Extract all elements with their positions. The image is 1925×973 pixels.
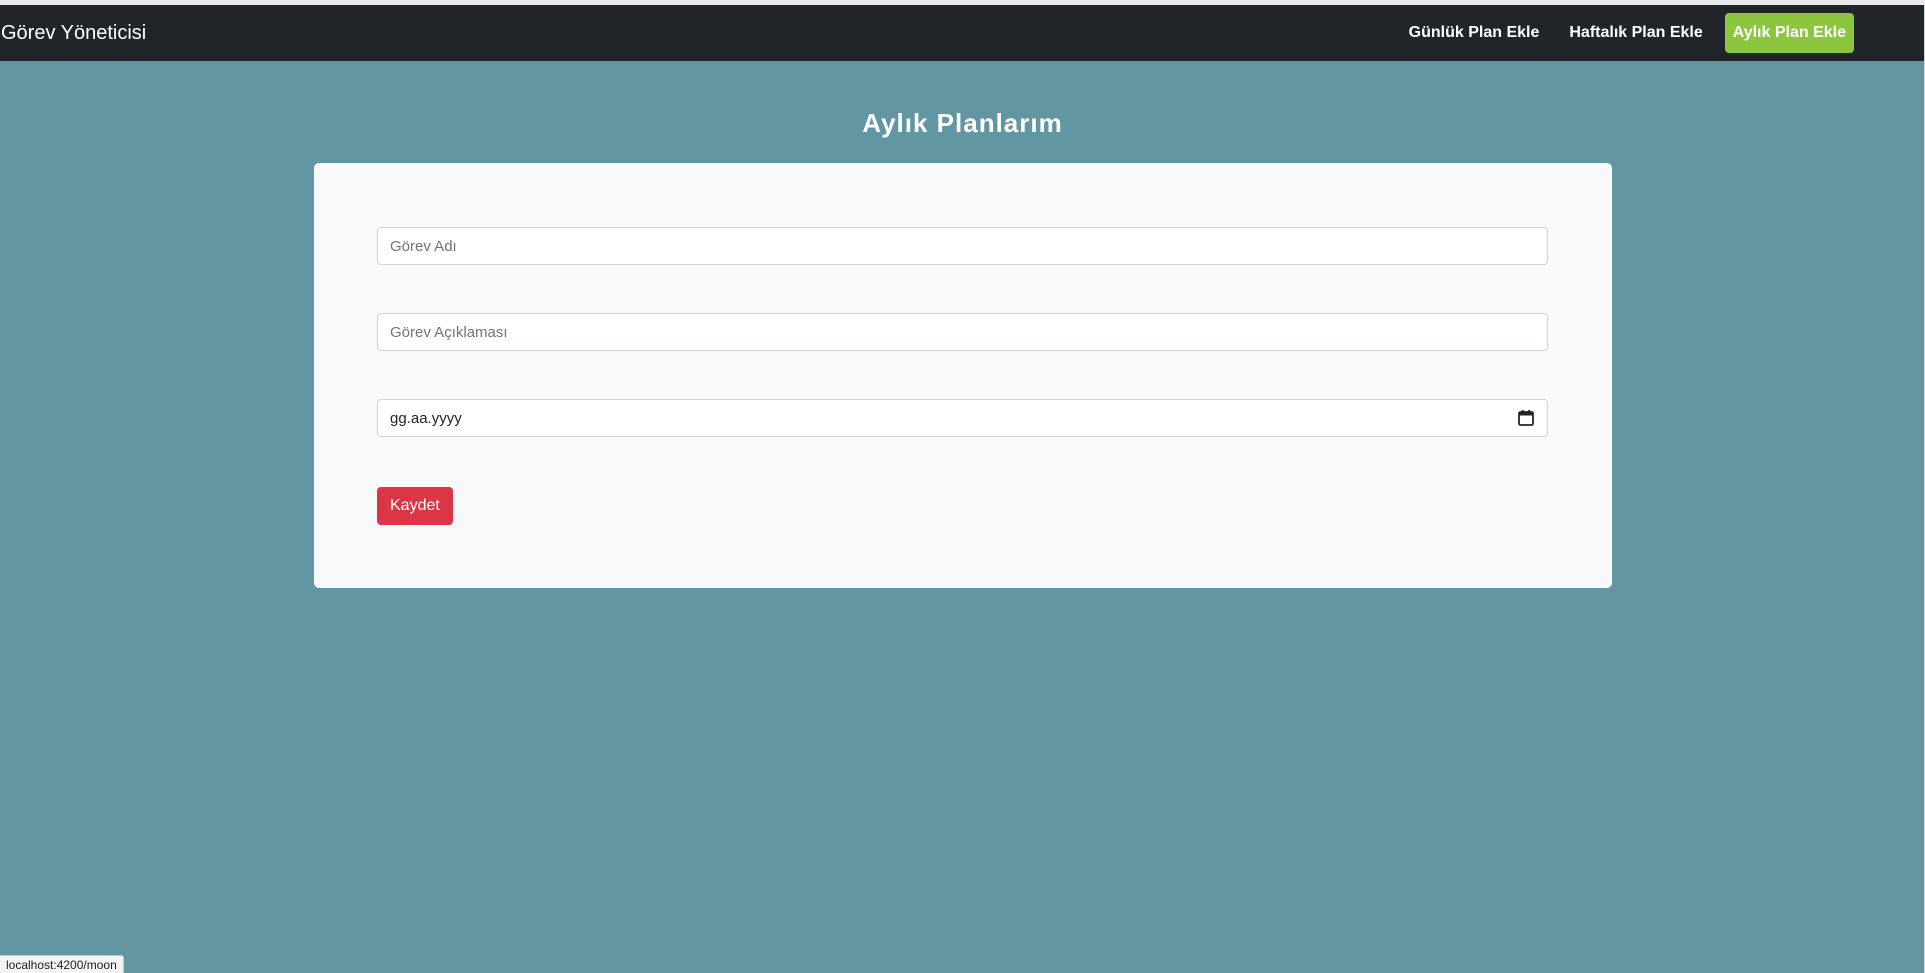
browser-status-url: localhost:4200/moon <box>0 955 124 973</box>
nav-links: Günlük Plan Ekle Haftalık Plan Ekle Aylı… <box>1393 13 1854 53</box>
navbar-brand[interactable]: Görev Yöneticisi <box>1 5 146 61</box>
top-navbar: Görev Yöneticisi Günlük Plan Ekle Haftal… <box>0 5 1924 61</box>
nav-link-daily-plan[interactable]: Günlük Plan Ekle <box>1395 13 1554 53</box>
task-name-input[interactable] <box>377 227 1548 265</box>
nav-link-weekly-plan[interactable]: Haftalık Plan Ekle <box>1555 13 1716 53</box>
date-input-value: gg.aa.yyyy <box>390 409 462 427</box>
calendar-icon[interactable] <box>1517 409 1535 427</box>
task-description-input[interactable] <box>377 313 1548 351</box>
monthly-plan-form-card: gg.aa.yyyy Kaydet <box>314 163 1612 588</box>
nav-link-monthly-plan[interactable]: Aylık Plan Ekle <box>1724 13 1854 53</box>
page-title: Aylık Planlarım <box>862 108 1063 138</box>
task-date-input[interactable]: gg.aa.yyyy <box>377 399 1548 437</box>
save-button[interactable]: Kaydet <box>377 487 453 525</box>
